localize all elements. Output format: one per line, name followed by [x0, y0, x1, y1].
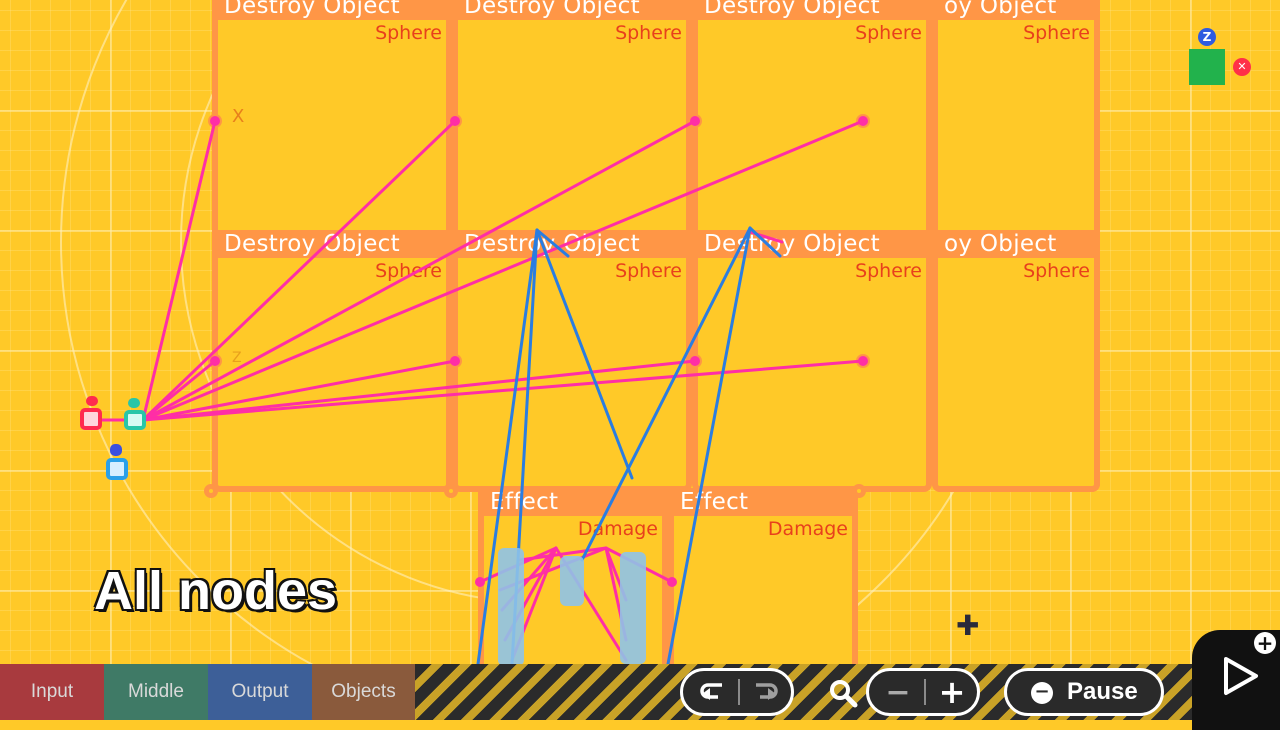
plus-badge-icon: +	[1254, 632, 1276, 654]
wire-dot	[690, 356, 700, 366]
pink-wire	[141, 119, 865, 422]
connector-stack	[498, 548, 524, 666]
separator	[924, 679, 926, 705]
blue-wire	[748, 226, 782, 258]
cursor-cross-icon: ✚	[956, 609, 980, 642]
blue-wire	[666, 226, 752, 666]
pink-wire	[141, 359, 697, 422]
connector-stack	[560, 556, 584, 606]
wire-dot	[690, 116, 700, 126]
pink-wire	[141, 119, 457, 422]
green-object-marker[interactable]	[1189, 49, 1225, 85]
redo-button[interactable]	[741, 671, 791, 713]
separator	[738, 679, 740, 705]
tab-output[interactable]: Output	[208, 664, 312, 720]
marker-pin: Z	[1198, 28, 1216, 46]
pink-wire	[141, 119, 697, 422]
connector-stack	[620, 552, 646, 664]
undo-button[interactable]	[687, 671, 737, 713]
input-gadget-red[interactable]	[80, 408, 102, 430]
wire-dot	[475, 577, 485, 587]
wire-dot	[450, 116, 460, 126]
wire-dot	[450, 356, 460, 366]
blue-gadget-face	[110, 444, 122, 456]
pause-label: Pause	[1067, 678, 1138, 705]
zoom-group: − +	[866, 668, 980, 716]
redo-icon	[756, 683, 778, 700]
wire-dot	[667, 577, 677, 587]
wire-dot	[858, 356, 868, 366]
wire-dot	[858, 116, 868, 126]
pause-button[interactable]: − Pause	[1004, 668, 1164, 716]
minus-badge-icon: −	[1031, 682, 1053, 704]
middle-gadget-teal[interactable]	[124, 410, 146, 430]
play-icon	[1224, 657, 1258, 695]
teal-gadget-face	[128, 398, 140, 408]
pink-wire	[141, 119, 217, 422]
undo-redo-group	[680, 668, 794, 716]
tab-objects[interactable]: Objects	[312, 664, 415, 720]
zoom-icon	[828, 678, 858, 708]
play-button[interactable]: +	[1192, 630, 1280, 730]
output-gadget-blue[interactable]	[106, 458, 128, 480]
close-icon[interactable]: ✕	[1233, 58, 1251, 76]
undo-icon	[700, 683, 722, 700]
wire-dot	[210, 356, 220, 366]
wire-dot	[210, 116, 220, 126]
red-gadget-face	[86, 396, 98, 406]
blue-wire	[580, 226, 752, 562]
blue-wire	[535, 228, 634, 480]
zoom-out-button[interactable]: −	[873, 671, 923, 713]
caption-all-nodes: All nodes	[93, 560, 338, 622]
node-canvas[interactable]: Destroy Object Sphere Destroy Object Sph…	[0, 0, 1280, 720]
tab-middle[interactable]: Middle	[104, 664, 208, 720]
zoom-in-button[interactable]: +	[927, 671, 977, 713]
tab-input[interactable]: Input	[0, 664, 104, 720]
pink-wire	[141, 359, 865, 422]
